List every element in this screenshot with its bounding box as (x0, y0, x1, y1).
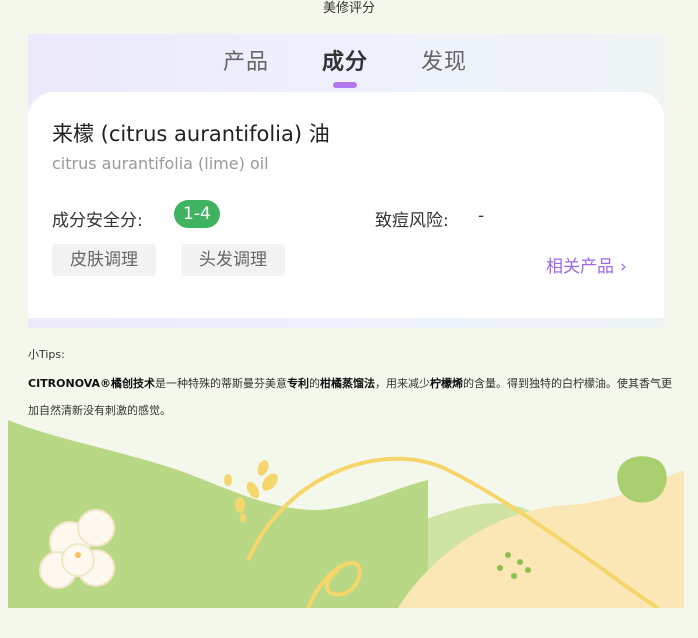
ingredient-name: 来檬 (citrus aurantifolia) 油 (52, 122, 330, 146)
tips-bold-distillation: 柑橘蒸馏法 (320, 377, 376, 390)
tips-text-part: 是一种特殊的蒂斯曼芬美意 (155, 377, 288, 390)
ingredient-card: 来檬 (citrus aurantifolia) 油 citrus aurant… (28, 92, 664, 318)
decorative-illustration (8, 420, 684, 608)
page-title: 美修评分 (322, 1, 375, 16)
active-tab-indicator (333, 82, 357, 88)
acne-risk-label: 致痘风险: (375, 211, 449, 231)
tips-bold-limonene: 柠檬烯 (430, 377, 464, 390)
related-products-label: 相关产品 (546, 257, 614, 277)
tag-skin-conditioning[interactable]: 皮肤调理 (52, 244, 156, 276)
flower-center (75, 552, 81, 558)
tag-hair-conditioning[interactable]: 头发调理 (181, 244, 285, 276)
tab-ingredients[interactable]: 成分 (322, 44, 368, 76)
leaf-icon (617, 456, 667, 503)
app-screenshot: 产品 成分 发现 来檬 (citrus aurantifolia) 油 citr… (28, 34, 664, 328)
safety-score-badge: 1-4 (174, 200, 220, 228)
tips-bold-patent: 专利 (287, 377, 310, 390)
tab-discover[interactable]: 发现 (421, 44, 467, 76)
tips-text-part: 的 (309, 377, 321, 390)
safety-score-label: 成分安全分: (52, 211, 143, 231)
tab-bar: 产品 成分 发现 (28, 34, 664, 90)
ingredient-inci-name: citrus aurantifolia (lime) oil (52, 154, 269, 173)
page: 美修评分 产品 成分 发现 来檬 (citrus aurantifolia) 油… (0, 0, 698, 638)
related-products-link[interactable]: 相关产品 › (546, 252, 627, 277)
tips-label: 小Tips: (28, 348, 65, 361)
tips-bold-technology: CITRONOVA®橘创技术 (28, 377, 156, 390)
tips-text-part: ，用来减少 (375, 377, 431, 390)
acne-risk-value: - (478, 206, 485, 226)
tab-products[interactable]: 产品 (223, 44, 269, 76)
chevron-right-icon: › (620, 257, 627, 277)
